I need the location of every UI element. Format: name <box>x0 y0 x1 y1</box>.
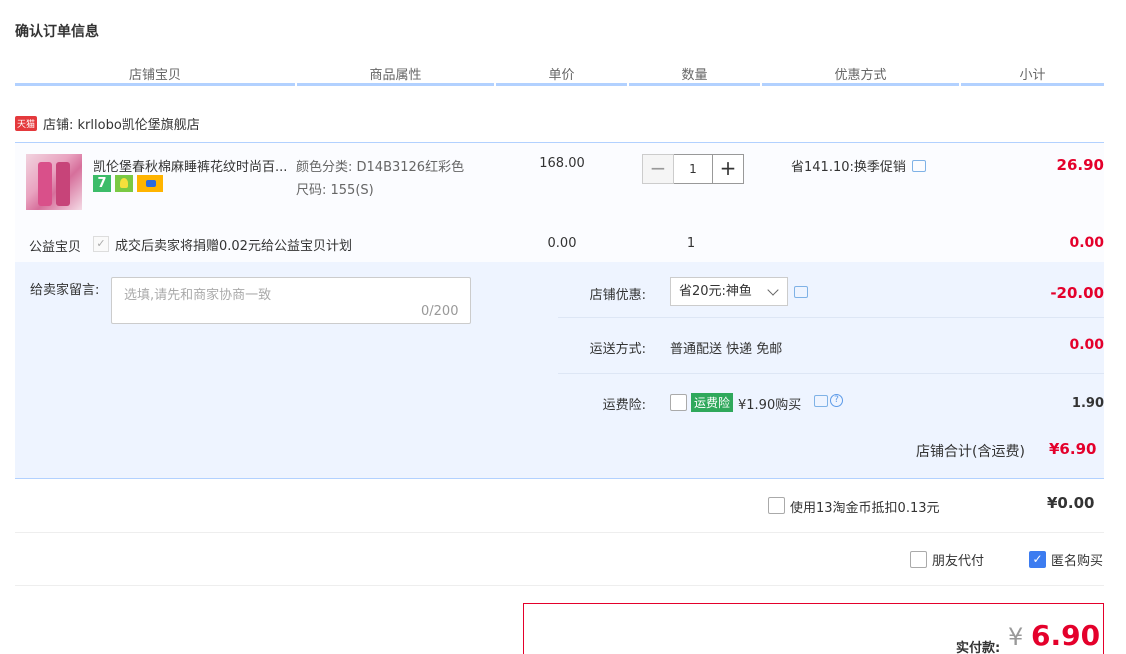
shipping-amount: 0.00 <box>1069 337 1104 353</box>
attr-size: 尺码: 155(S) <box>296 183 374 198</box>
message-counter: 0/200 <box>421 304 459 319</box>
quantity-stepper: − 1 + <box>642 154 744 184</box>
anonymous-checkbox[interactable]: ✓ <box>1029 551 1046 568</box>
help-icon[interactable]: ? <box>830 394 843 407</box>
divider <box>558 317 1104 318</box>
friend-pay-label: 朋友代付 <box>932 554 985 569</box>
insurance-label: 运费险: <box>602 398 646 413</box>
shop-discount-value: 省20元:神鱼 <box>679 284 752 299</box>
payment-currency: ¥ <box>1008 623 1024 651</box>
coins-text: 使用13淘金币抵扣0.13元 <box>790 501 940 516</box>
shop-line: 天猫 店铺: krllobo凯伦堡旗舰店 <box>15 114 200 133</box>
coins-value: ¥0.00 <box>1047 494 1095 512</box>
item-subtotal: 26.90 <box>1056 156 1104 174</box>
insurance-checkbox[interactable] <box>670 394 687 411</box>
shop-name-link[interactable]: 店铺: krllobo凯伦堡旗舰店 <box>43 114 200 133</box>
insurance-help: ? <box>814 394 843 407</box>
insurance-price: ¥1.90购买 <box>738 398 802 413</box>
col-header-quantity: 数量 <box>629 64 760 86</box>
col-header-discount: 优惠方式 <box>762 64 959 86</box>
chevron-down-icon <box>767 284 779 296</box>
divider <box>15 532 1104 533</box>
shipping-label: 运送方式: <box>589 342 646 357</box>
insurance-tag: 运费险 <box>691 393 734 412</box>
divider <box>15 585 1104 586</box>
quantity-plus-button[interactable]: + <box>712 154 744 184</box>
product-name-link[interactable]: 凯伦堡春秋棉麻睡裤花纹时尚百... <box>93 156 293 175</box>
charity-label: 公益宝贝 <box>29 240 82 255</box>
tmall-icon: 天猫 <box>15 116 38 131</box>
col-header-attributes: 商品属性 <box>297 64 494 86</box>
charity-price: 0.00 <box>547 236 577 251</box>
page-title: 确认订单信息 <box>15 24 99 40</box>
attr-color: 颜色分类: D14B3126红彩色 <box>296 160 465 175</box>
message-label: 给卖家留言: <box>30 283 100 298</box>
seven-day-return-icon: 7 <box>93 175 111 192</box>
message-placeholder: 选填,请先和商家协商一致 <box>124 288 272 303</box>
shop-discount-label: 店铺优惠: <box>589 288 646 303</box>
product-image[interactable] <box>26 154 82 210</box>
promo-info: 省141.10:换季促销 <box>791 156 926 175</box>
shop-total-value: ¥6.90 <box>1049 440 1097 458</box>
charity-quantity: 1 <box>686 236 696 251</box>
divider <box>558 373 1104 374</box>
anonymous-label: 匿名购买 <box>1051 554 1104 569</box>
coins-checkbox[interactable] <box>768 497 785 514</box>
quantity-input[interactable]: 1 <box>674 154 712 184</box>
quantity-minus-button[interactable]: − <box>642 154 674 184</box>
insurance-amount: 1.90 <box>1071 396 1104 411</box>
shop-total-label: 店铺合计(含运费) <box>916 444 1025 460</box>
credit-card-icon <box>137 175 163 192</box>
charity-subtotal: 0.00 <box>1069 235 1104 251</box>
col-header-shop-item: 店铺宝贝 <box>15 64 295 86</box>
friend-pay-checkbox[interactable] <box>910 551 927 568</box>
unit-price: 168.00 <box>539 156 585 171</box>
chat-icon[interactable] <box>794 286 808 298</box>
charity-text: 成交后卖家将捐赠0.02元给公益宝贝计划 <box>115 239 352 254</box>
promo-text: 省141.10:换季促销 <box>791 160 906 175</box>
col-header-subtotal: 小计 <box>961 64 1104 86</box>
shop-discount-amount: -20.00 <box>1050 284 1104 302</box>
chat-icon[interactable] <box>911 159 926 172</box>
service-icon <box>115 175 133 192</box>
shop-discount-select[interactable]: 省20元:神鱼 <box>670 277 788 306</box>
payment-label: 实付款: <box>956 641 1001 654</box>
col-header-unit-price: 单价 <box>496 64 627 86</box>
payment-value: 6.90 <box>1031 619 1101 652</box>
charity-checkbox: ✓ <box>93 236 109 252</box>
shipping-method: 普通配送 快递 免邮 <box>670 342 783 357</box>
chat-icon[interactable] <box>814 394 828 407</box>
